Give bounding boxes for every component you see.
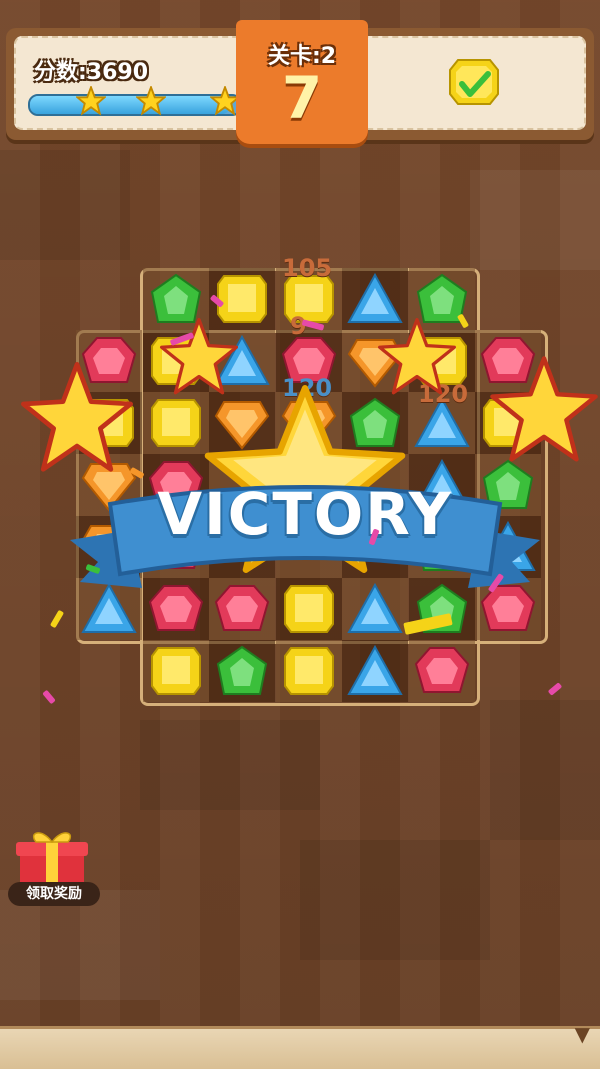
- board-cell[interactable]: [209, 640, 275, 702]
- yellow-gem-icon[interactable]: [281, 644, 337, 698]
- yellow-gem-icon[interactable]: [148, 644, 204, 698]
- board-cell[interactable]: [142, 640, 209, 702]
- board-cell[interactable]: [408, 640, 475, 702]
- floating-score: 105: [282, 254, 333, 282]
- wood-panel: [470, 170, 600, 270]
- wood-panel: [300, 840, 490, 960]
- blue-gem-icon[interactable]: [347, 644, 403, 698]
- green-gem-icon[interactable]: [214, 644, 270, 698]
- score-progress-fill: [30, 96, 230, 114]
- victory-star-icon: [21, 362, 133, 472]
- bottom-strip: [0, 1026, 600, 1069]
- wood-panel: [490, 700, 600, 840]
- red-gem-icon[interactable]: [414, 644, 470, 698]
- victory-title: VICTORY: [157, 480, 453, 548]
- gift-box-icon[interactable]: [14, 826, 90, 890]
- moves-counter: 7: [281, 64, 323, 132]
- score-label: 分数:3690: [34, 60, 149, 85]
- wood-panel: [140, 720, 320, 810]
- yellow-gem-check-icon: [449, 59, 499, 105]
- wood-panel: [0, 890, 160, 1000]
- progress-star-icon: [76, 86, 106, 116]
- level-moves-tab: 关卡:2 7: [236, 20, 368, 144]
- progress-star-icon: [136, 86, 166, 116]
- victory-star-icon: [378, 318, 456, 395]
- board-cell[interactable]: [275, 640, 342, 702]
- chevron-down-icon: ▼: [574, 1022, 590, 1046]
- victory-star-icon: [490, 356, 598, 462]
- board-cell[interactable]: [342, 640, 408, 702]
- claim-reward-button[interactable]: 领取奖励: [8, 882, 100, 906]
- victory-star-icon: [160, 318, 238, 395]
- wood-panel: [0, 150, 130, 260]
